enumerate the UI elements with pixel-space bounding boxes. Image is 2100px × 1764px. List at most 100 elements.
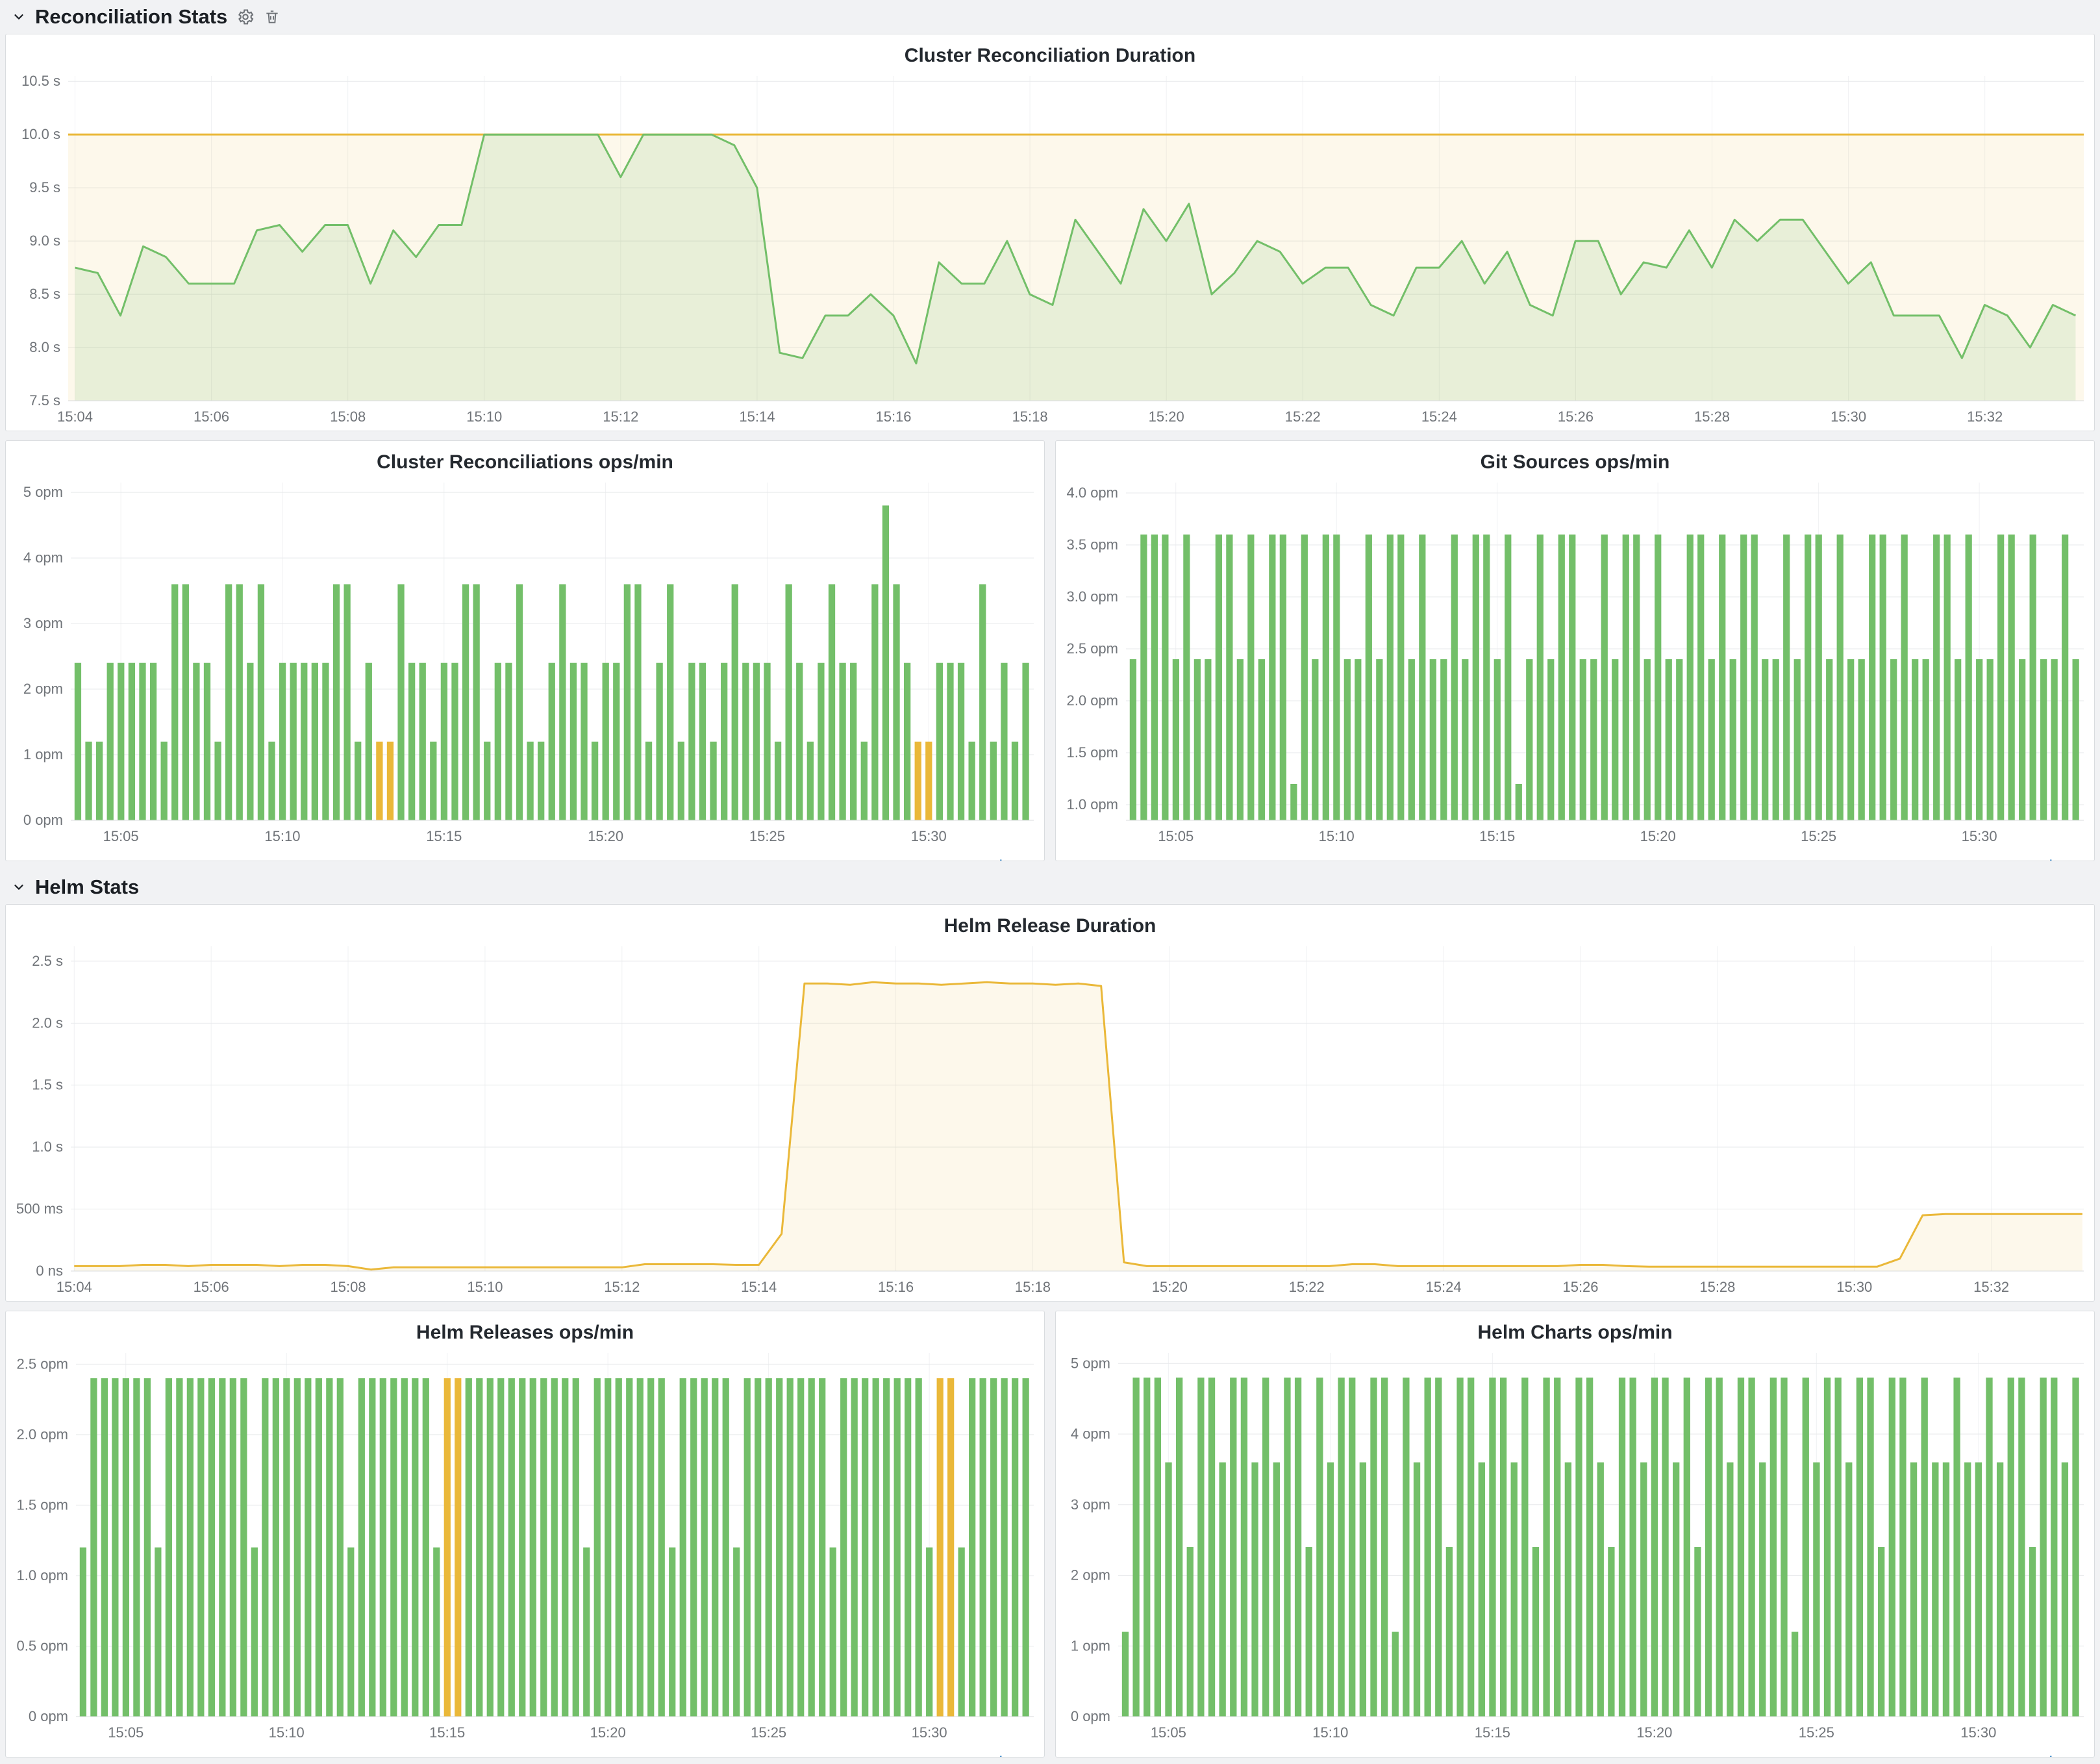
legend-sort-avg[interactable]: avg xyxy=(613,1754,743,1758)
section-header-helm-stats[interactable]: Helm Stats xyxy=(0,870,2100,904)
legend-header-row: avgcurrenttotal xyxy=(23,853,1003,861)
legend-sort-current[interactable]: current xyxy=(743,1754,873,1758)
trash-icon[interactable] xyxy=(264,8,281,25)
svg-text:15:30: 15:30 xyxy=(1960,1724,1996,1741)
svg-text:15:10: 15:10 xyxy=(466,409,502,425)
git-sources-chart[interactable]: 15:0515:1015:1515:2015:2515:301.0 opm1.5… xyxy=(1056,476,2094,853)
legend-sort-avg[interactable]: avg xyxy=(1663,857,1793,861)
svg-text:15:05: 15:05 xyxy=(103,828,139,844)
svg-text:15:25: 15:25 xyxy=(1799,1724,1834,1741)
panel-cluster-reconciliation-duration: Cluster Reconciliation Duration 15:04 15:… xyxy=(5,34,2095,431)
panel-title[interactable]: Helm Charts ops/min xyxy=(1056,1311,2094,1346)
svg-text:15:08: 15:08 xyxy=(330,409,366,425)
chevron-down-icon[interactable] xyxy=(12,10,26,24)
svg-text:1 opm: 1 opm xyxy=(1071,1637,1110,1654)
svg-text:15:05: 15:05 xyxy=(1158,828,1194,844)
svg-text:3 opm: 3 opm xyxy=(1071,1496,1110,1513)
svg-text:15:32: 15:32 xyxy=(1973,1279,2009,1295)
cluster-reconciliation-duration-chart[interactable]: 15:0415:0615:0815:1015:1215:1415:1615:18… xyxy=(6,69,2094,431)
svg-text:1.5 opm: 1.5 opm xyxy=(17,1496,69,1513)
svg-text:2.0 s: 2.0 s xyxy=(32,1014,63,1031)
svg-text:0 opm: 0 opm xyxy=(23,812,63,828)
svg-text:2.5 opm: 2.5 opm xyxy=(1067,640,1119,657)
svg-text:15:12: 15:12 xyxy=(604,1279,640,1295)
panel-title[interactable]: Cluster Reconciliation Duration xyxy=(6,34,2094,69)
svg-text:2.0 opm: 2.0 opm xyxy=(17,1426,69,1443)
panel-git-sources-opm: Git Sources ops/min 15:0515:1015:1515:20… xyxy=(1055,440,2095,861)
svg-text:15:05: 15:05 xyxy=(108,1724,144,1741)
svg-text:15:15: 15:15 xyxy=(429,1724,465,1741)
svg-text:8.5 s: 8.5 s xyxy=(29,286,60,302)
svg-text:0 ns: 0 ns xyxy=(36,1263,63,1279)
svg-text:15:15: 15:15 xyxy=(1475,1724,1510,1741)
dashboard: Reconciliation Stats Cluster Reconciliat… xyxy=(0,0,2100,1758)
svg-text:15:08: 15:08 xyxy=(331,1279,366,1295)
section-title[interactable]: Reconciliation Stats xyxy=(35,5,227,29)
svg-text:15:16: 15:16 xyxy=(875,409,911,425)
section-title[interactable]: Helm Stats xyxy=(35,876,139,899)
svg-text:15:20: 15:20 xyxy=(1152,1279,1188,1295)
svg-text:15:30: 15:30 xyxy=(912,1724,947,1741)
svg-text:15:20: 15:20 xyxy=(588,828,623,844)
svg-text:1 opm: 1 opm xyxy=(23,746,63,762)
panel-title[interactable]: Cluster Reconciliations ops/min xyxy=(6,441,1044,476)
svg-text:1.5 opm: 1.5 opm xyxy=(1067,744,1119,761)
panel-cluster-reconciliations-opm: Cluster Reconciliations ops/min 15:05 15:… xyxy=(5,440,1045,861)
cluster-reconciliations-chart[interactable]: 15:0515:1015:1515:2015:2515:300 opm1 opm… xyxy=(6,476,1044,853)
svg-text:15:30: 15:30 xyxy=(911,828,947,844)
legend-sort-current[interactable]: current xyxy=(1793,1754,1923,1758)
svg-text:1.0 opm: 1.0 opm xyxy=(1067,796,1119,813)
svg-text:5 opm: 5 opm xyxy=(23,484,63,500)
svg-text:8.0 s: 8.0 s xyxy=(29,339,60,355)
panel-title[interactable]: Git Sources ops/min xyxy=(1056,441,2094,476)
legend-sort-total[interactable]: total xyxy=(873,1754,1003,1758)
legend: avgcurrenttotalsuccessful reconciliation… xyxy=(6,853,1044,861)
svg-text:15:10: 15:10 xyxy=(269,1724,305,1741)
legend-sort-avg[interactable]: avg xyxy=(613,857,743,861)
svg-text:15:30: 15:30 xyxy=(1962,828,1997,844)
svg-text:15:20: 15:20 xyxy=(1149,409,1184,425)
svg-text:2.5 opm: 2.5 opm xyxy=(17,1355,69,1372)
legend: avgcurrenttotalsuccessful chart pulls3.8… xyxy=(1056,1750,2094,1758)
helm-charts-chart[interactable]: 15:0515:1015:1515:2015:2515:300 opm1 opm… xyxy=(1056,1346,2094,1750)
svg-text:5 opm: 5 opm xyxy=(1071,1355,1110,1371)
svg-text:3.0 opm: 3.0 opm xyxy=(1067,588,1119,605)
svg-text:2.5 s: 2.5 s xyxy=(32,953,63,969)
chevron-down-icon[interactable] xyxy=(12,880,26,894)
legend-sort-total[interactable]: total xyxy=(1923,1754,2053,1758)
panel-helm-release-duration: Helm Release Duration 15:0415:0615:0815:… xyxy=(5,904,2095,1302)
svg-text:3.5 opm: 3.5 opm xyxy=(1067,536,1119,553)
svg-text:1.0 opm: 1.0 opm xyxy=(17,1567,69,1583)
svg-text:7.5 s: 7.5 s xyxy=(29,392,60,409)
helm-release-duration-chart[interactable]: 15:0415:0615:0815:1015:1215:1415:1615:18… xyxy=(6,940,2094,1302)
svg-text:15:04: 15:04 xyxy=(57,409,93,425)
panel-helm-releases-opm: Helm Releases ops/min 15:05 15:10 15:15 15:… xyxy=(5,1311,1045,1758)
panel-title[interactable]: Helm Releases ops/min xyxy=(6,1311,1044,1346)
svg-text:15:20: 15:20 xyxy=(590,1724,626,1741)
legend-sort-total[interactable]: total xyxy=(1923,857,2053,861)
svg-text:15:10: 15:10 xyxy=(264,828,300,844)
legend-header-row: avgcurrenttotal xyxy=(23,1750,1003,1758)
gear-icon[interactable] xyxy=(236,8,255,26)
legend-sort-current[interactable]: current xyxy=(1793,857,1923,861)
svg-text:15:12: 15:12 xyxy=(603,409,638,425)
section-header-reconciliation-stats[interactable]: Reconciliation Stats xyxy=(0,0,2100,34)
legend: avgcurrenttotalsuccessful reconciliation… xyxy=(6,1750,1044,1758)
svg-text:15:06: 15:06 xyxy=(194,409,229,425)
svg-text:10.5 s: 10.5 s xyxy=(21,73,60,89)
legend-sort-avg[interactable]: avg xyxy=(1663,1754,1793,1758)
svg-text:0.5 opm: 0.5 opm xyxy=(17,1637,69,1654)
svg-text:0 opm: 0 opm xyxy=(1071,1708,1110,1724)
svg-text:15:25: 15:25 xyxy=(749,828,785,844)
svg-text:15:25: 15:25 xyxy=(751,1724,786,1741)
panel-title[interactable]: Helm Release Duration xyxy=(6,905,2094,940)
legend-sort-current[interactable]: current xyxy=(743,857,873,861)
helm-releases-chart[interactable]: 15:0515:1015:1515:2015:2515:300 opm0.5 o… xyxy=(6,1346,1044,1750)
svg-text:15:16: 15:16 xyxy=(878,1279,914,1295)
svg-text:15:14: 15:14 xyxy=(741,1279,777,1295)
svg-text:15:14: 15:14 xyxy=(739,409,775,425)
svg-text:2 opm: 2 opm xyxy=(23,681,63,697)
legend-sort-total[interactable]: total xyxy=(873,857,1003,861)
svg-text:15:10: 15:10 xyxy=(1312,1724,1348,1741)
svg-text:15:28: 15:28 xyxy=(1699,1279,1735,1295)
